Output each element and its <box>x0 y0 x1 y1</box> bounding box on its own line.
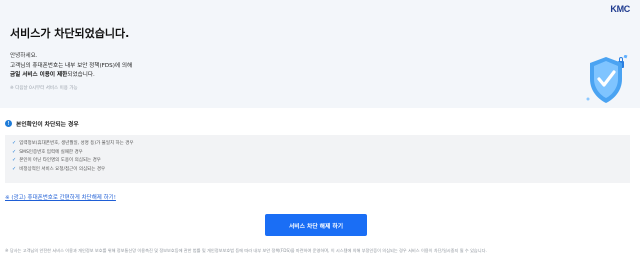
section-title: 본인확인이 차단되는 경우 <box>16 122 79 128</box>
list-item: ✓ 비정상적인 서비스 요청/접근이 의심되는 경우 <box>12 165 623 174</box>
list-item: ✓ 입력정보(휴대폰번호, 생년월일, 성명 등)가 불일치 하는 경우 <box>12 139 623 148</box>
check-icon: ✓ <box>12 165 17 172</box>
kmc-logo: KMC <box>610 4 630 14</box>
legal-footnote: ※ 당사는 고객님의 안전한 서비스 이용과 개인정보 보호를 위해 정보통신망… <box>5 248 487 253</box>
unblock-via-phone-link[interactable]: ※ (광고) 휴대폰번호로 간편하게 차단해제 하기! <box>5 193 116 201</box>
info-icon: ! <box>5 120 12 127</box>
reason-text: SMS인증번호 입력에 실패한 경우 <box>19 149 83 155</box>
list-item: ✓ SMS인증번호 입력에 실패한 경우 <box>12 148 623 157</box>
list-item: ✓ 본인이 아닌 타인명의 도용이 의심되는 경우 <box>12 156 623 165</box>
restriction-suffix: 되었습니다. <box>67 72 95 78</box>
reason-text: 비정상적인 서비스 요청/접근이 의심되는 경우 <box>19 166 106 172</box>
availability-note: ※ 다음날 0시부터 서비스 이용 가능 <box>10 86 78 91</box>
greeting-text: 안녕하세요. <box>10 53 38 59</box>
restriction-emphasis: 금일 서비스 이용이 제한 <box>10 72 68 78</box>
check-icon: ✓ <box>12 157 17 164</box>
reason-text: 입력정보(휴대폰번호, 생년월일, 성명 등)가 불일치 하는 경우 <box>19 141 134 147</box>
check-icon: ✓ <box>12 148 17 155</box>
hero-panel: KMC 서비스가 차단되었습니다. 안녕하세요. 고객님의 휴대폰번호는 내부 … <box>0 0 640 108</box>
unblock-service-button[interactable]: 서비스 차단 해제 하기 <box>265 214 367 236</box>
reason-text: 본인이 아닌 타인명의 도용이 의심되는 경우 <box>19 158 101 164</box>
block-reason-text: 고객님의 휴대폰번호는 내부 보안 정책(FDS)에 의해 <box>10 63 133 69</box>
block-reasons-list: ✓ 입력정보(휴대폰번호, 생년월일, 성명 등)가 불일치 하는 경우 ✓ SMS… <box>5 135 630 183</box>
block-restriction-text: 금일 서비스 이용이 제한되었습니다. <box>10 70 95 78</box>
check-icon: ✓ <box>12 140 17 147</box>
page-title: 서비스가 차단되었습니다. <box>10 27 130 40</box>
security-shield-icon <box>586 55 628 103</box>
section-header: ! 본인확인이 차단되는 경우 <box>5 119 79 128</box>
